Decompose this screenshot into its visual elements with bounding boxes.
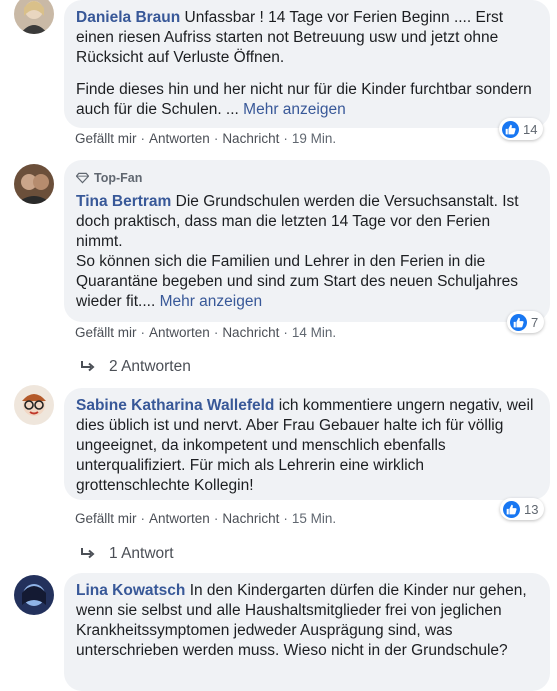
comment-timestamp[interactable]: 15 Min. xyxy=(292,511,336,526)
comment-bubble: Sabine Katharina Wallefeld ich kommentie… xyxy=(64,388,550,500)
comment-timestamp[interactable]: 14 Min. xyxy=(292,325,336,340)
reply-arrow-icon xyxy=(81,361,95,372)
reaction-number: 13 xyxy=(524,501,539,517)
badge-label: Top-Fan xyxy=(94,171,143,185)
comment-bubble: Top-Fan Tina Bertram Die Grundschulen we… xyxy=(64,160,550,322)
like-button[interactable]: Gefällt mir xyxy=(75,131,137,146)
reply-button[interactable]: Antworten xyxy=(149,325,210,340)
view-replies-link[interactable]: 2 Antworten xyxy=(80,358,191,376)
reply-button[interactable]: Antworten xyxy=(149,131,210,146)
comment-author[interactable]: Tina Bertram xyxy=(76,193,171,210)
top-fan-badge: Top-Fan xyxy=(76,168,538,188)
show-more-link[interactable]: Mehr anzeigen xyxy=(243,101,346,118)
reaction-count[interactable]: 13 xyxy=(500,498,545,520)
like-button[interactable]: Gefällt mir xyxy=(75,325,137,340)
thumbs-up-icon xyxy=(510,313,527,331)
comment-author[interactable]: Lina Kowatsch xyxy=(76,582,185,599)
like-button[interactable]: Gefällt mir xyxy=(75,511,137,526)
replies-count[interactable]: 1 Antwort xyxy=(109,545,174,563)
message-button[interactable]: Nachricht xyxy=(222,325,279,340)
reaction-number: 7 xyxy=(531,314,539,330)
comment-author[interactable]: Sabine Katharina Wallefeld xyxy=(76,397,274,414)
reply-arrow-icon xyxy=(81,548,95,559)
comment-text: So können sich die Familien und Lehrer i… xyxy=(76,253,519,310)
message-button[interactable]: Nachricht xyxy=(222,511,279,526)
reply-button[interactable]: Antworten xyxy=(149,511,210,526)
comment-bubble: Daniela Braun Unfassbar ! 14 Tage vor Fe… xyxy=(64,0,550,128)
comment-bubble: Lina Kowatsch In den Kindergarten dürfen… xyxy=(64,573,550,691)
thumbs-up-icon xyxy=(502,120,519,138)
reaction-number: 14 xyxy=(523,121,538,137)
show-more-link[interactable]: Mehr anzeigen xyxy=(160,293,263,310)
diamond-icon xyxy=(76,172,89,184)
comment-timestamp[interactable]: 19 Min. xyxy=(292,131,336,146)
comment-author[interactable]: Daniela Braun xyxy=(76,9,180,26)
comment-actions: Gefällt mir · Antworten · Nachricht · 19 Min. xyxy=(75,131,337,146)
avatar[interactable] xyxy=(14,575,54,615)
view-replies-link[interactable]: 1 Antwort xyxy=(80,545,174,563)
thumbs-up-icon xyxy=(503,500,520,518)
comment-actions: Gefällt mir · Antworten · Nachricht · 14 Min. xyxy=(75,325,337,340)
avatar[interactable] xyxy=(14,385,54,425)
message-button[interactable]: Nachricht xyxy=(222,131,279,146)
reaction-count[interactable]: 7 xyxy=(507,311,545,333)
replies-count[interactable]: 2 Antworten xyxy=(109,358,191,376)
avatar[interactable] xyxy=(14,164,54,204)
comment-actions: Gefällt mir · Antworten · Nachricht · 15 Min. xyxy=(75,511,337,526)
reaction-count[interactable]: 14 xyxy=(499,118,544,140)
avatar[interactable] xyxy=(14,0,54,34)
